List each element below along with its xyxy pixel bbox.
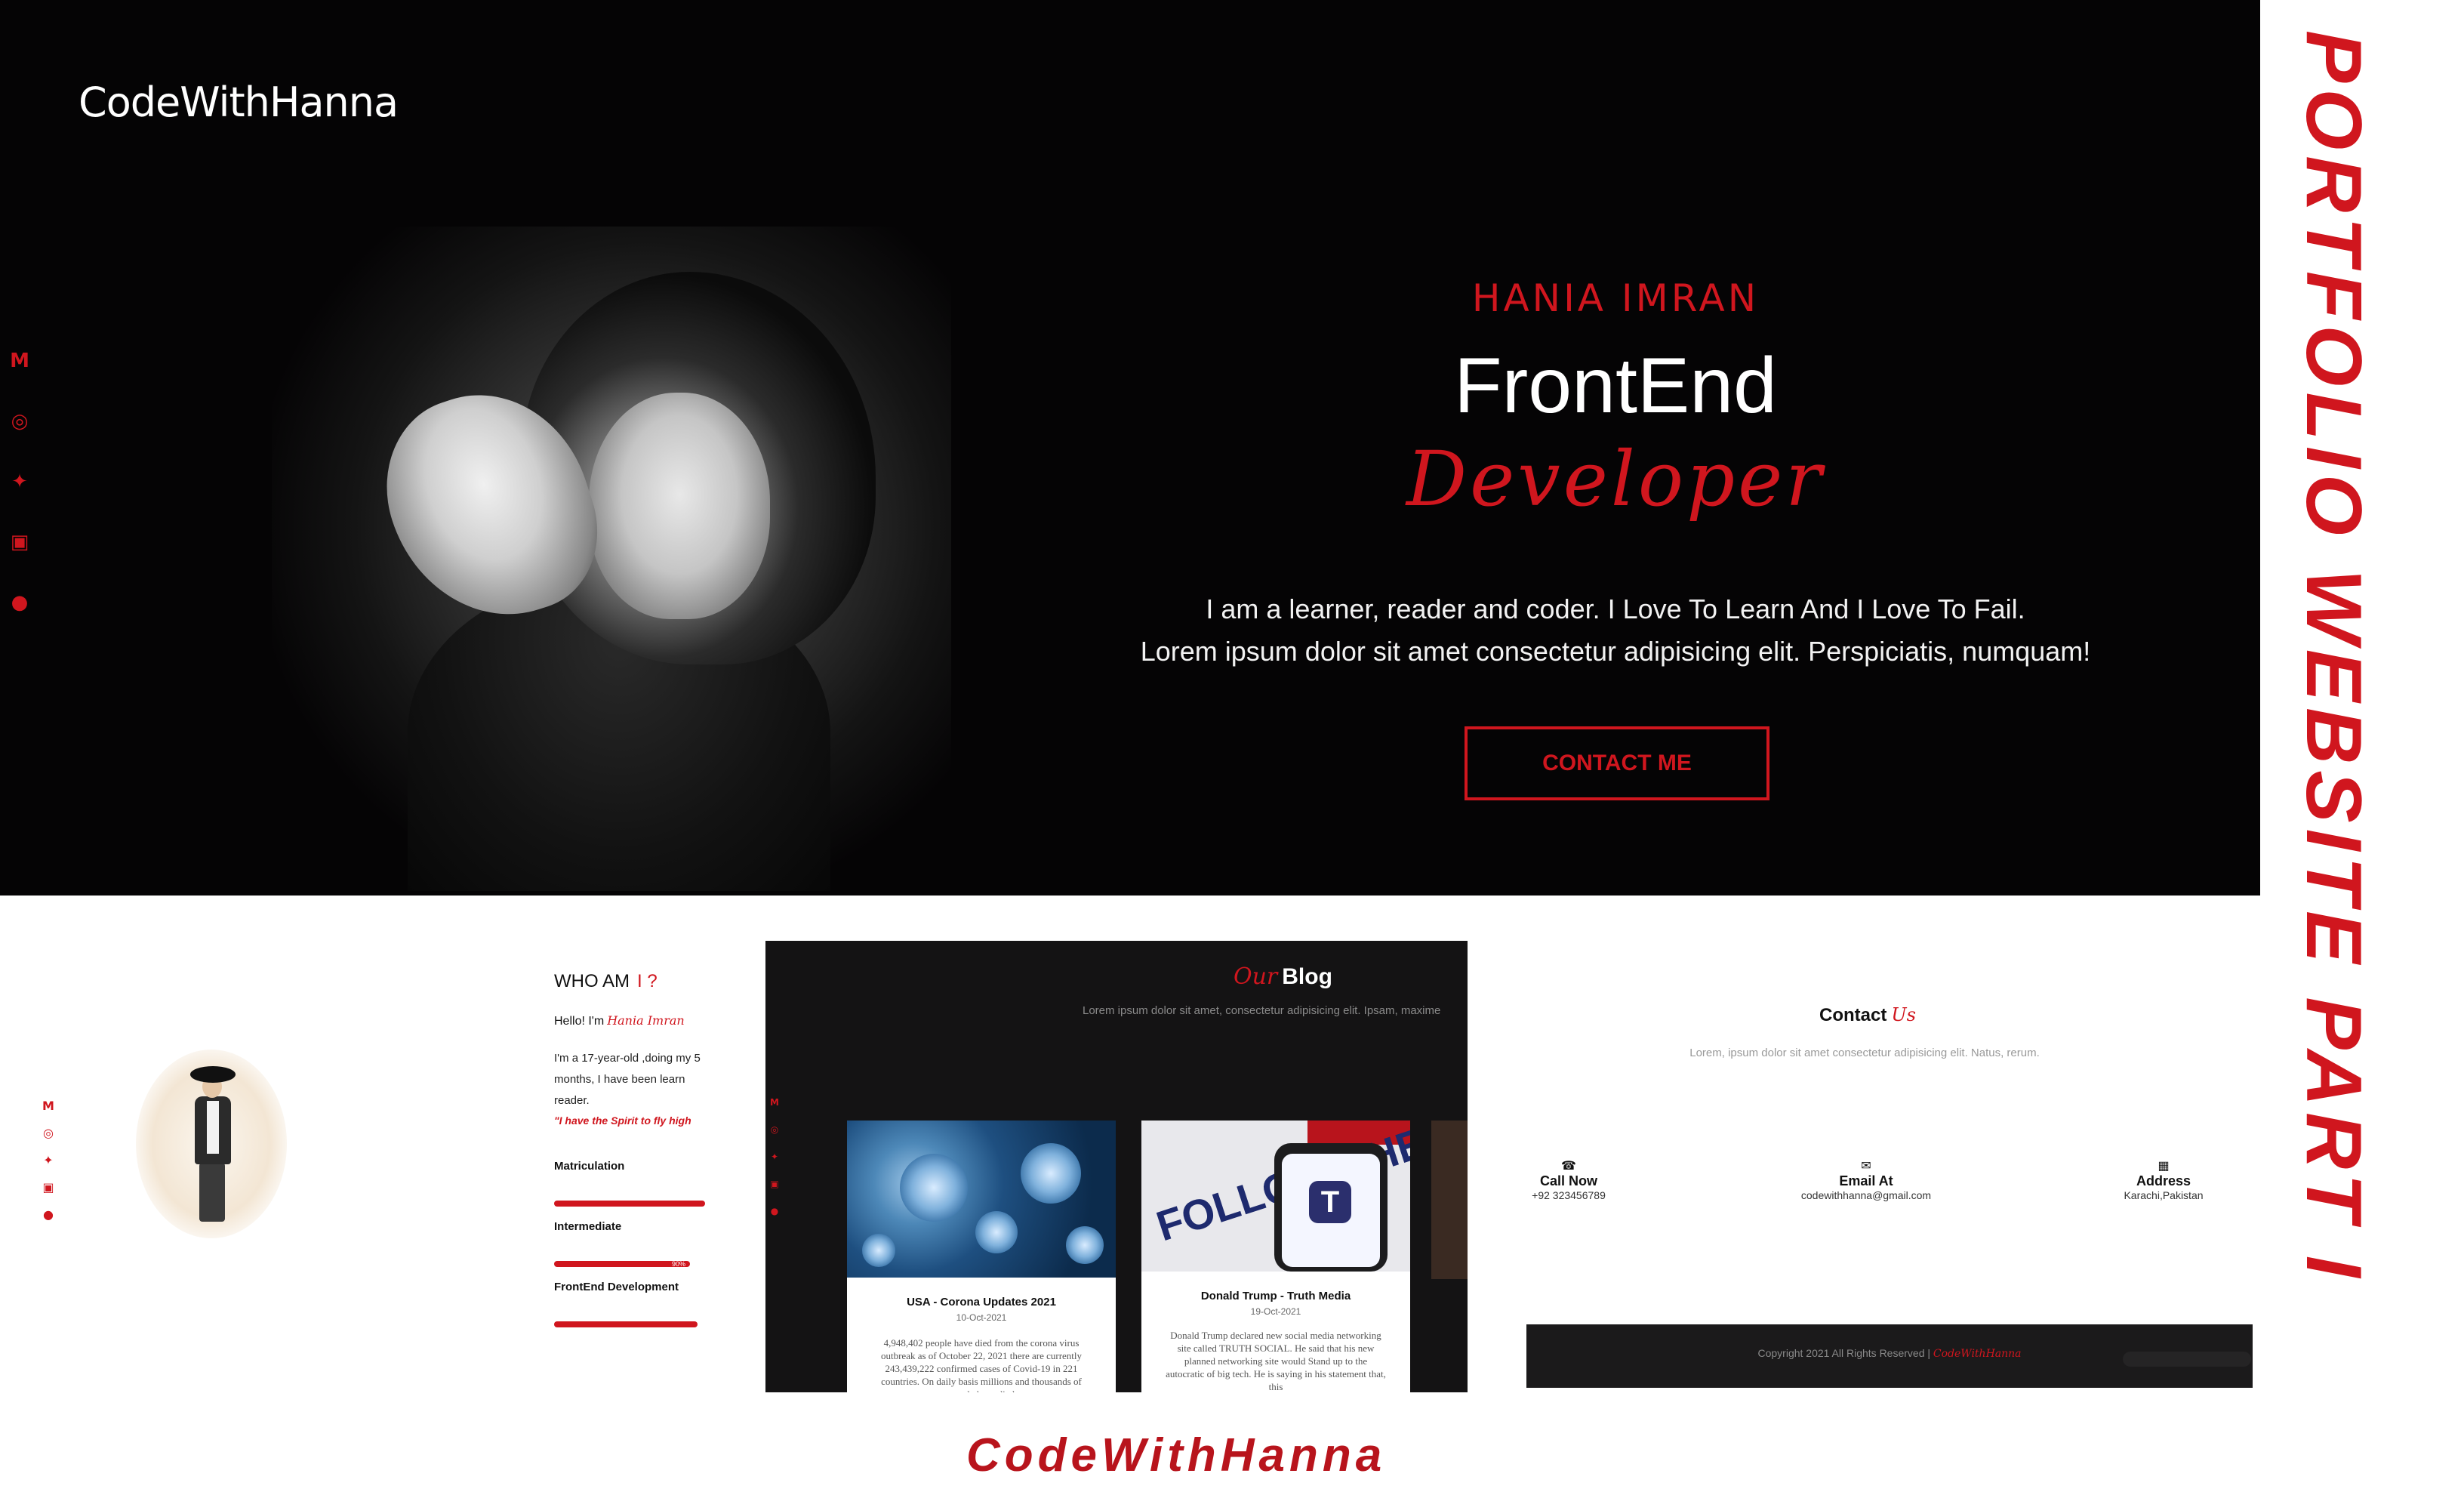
contact-heading-text: Contact <box>1819 1005 1887 1025</box>
hero-name: HANIA IMRAN <box>1471 276 1760 320</box>
site-logo[interactable]: CodeWithHanna <box>79 79 399 126</box>
virus-particle <box>1066 1226 1104 1264</box>
virus-particle <box>900 1154 968 1222</box>
blog-social-bar: M ◎ ✦ ▣ ● <box>768 1096 782 1232</box>
hero-photo-face <box>589 393 770 619</box>
about-heading-mark: I ? <box>637 971 658 991</box>
instagram-icon[interactable]: ◎ <box>41 1125 56 1140</box>
footer: Copyright 2021 All Rights Reserved | Cod… <box>1526 1324 2253 1388</box>
twitter-icon[interactable]: ✦ <box>768 1151 781 1163</box>
linkedin-icon[interactable]: ▣ <box>41 1179 56 1195</box>
about-text: I'm a 17-year-old ,doing my 5 months, I … <box>554 1052 701 1107</box>
instagram-icon[interactable]: ◎ <box>768 1124 781 1136</box>
about-heading: WHO AM I ? <box>554 971 658 992</box>
side-title: PORTFOLIO WEBSITE PART I <box>2290 30 2377 1284</box>
skill-bar: 90% <box>554 1260 690 1268</box>
skill-label: FrontEnd Development <box>554 1281 679 1293</box>
blog-title-prefix: Our <box>1234 963 1278 990</box>
linkedin-icon[interactable]: ▣ <box>6 529 33 556</box>
hero-tagline: I am a learner, reader and coder. I Love… <box>1206 593 2025 624</box>
footer-pill <box>2123 1352 2251 1367</box>
linkedin-icon[interactable]: ▣ <box>768 1178 781 1190</box>
blog-card-date: 19-Oct-2021 <box>1250 1306 1301 1317</box>
blog-card-title[interactable]: Donald Trump - Truth Media <box>1141 1290 1410 1302</box>
about-hello: Hello! I'm Hania Imran <box>554 1013 685 1028</box>
blog-card-image-truth: FOLLOW THE TRUTH T <box>1141 1121 1410 1272</box>
skill-percent: 90% <box>671 1260 685 1268</box>
contact-call-label: Call Now <box>1539 1173 1597 1188</box>
map-icon: ▦ <box>2158 1160 2170 1173</box>
blog-card-partial[interactable] <box>1431 1121 1468 1279</box>
skill-label: Matriculation <box>554 1160 625 1173</box>
envelope-icon: ✉ <box>1861 1160 1871 1173</box>
virus-particle <box>862 1234 895 1267</box>
contact-address[interactable]: ▦ Address Karachi,Pakistan <box>2073 1158 2254 1201</box>
contact-email-value[interactable]: codewithhanna@gmail.com <box>1776 1189 1957 1201</box>
contact-description: Lorem, ipsum dolor sit amet consectetur … <box>1689 1047 2040 1059</box>
virus-particle <box>975 1211 1018 1253</box>
hero-title: FrontEnd <box>1454 342 1777 430</box>
blog-card-body: 4,948,402 people have died from the coro… <box>880 1337 1083 1392</box>
hero-description: Lorem ipsum dolor sit amet consectetur a… <box>1140 636 2091 667</box>
contact-call-value[interactable]: +92 323456789 <box>1478 1189 1659 1201</box>
skill-bar <box>554 1321 698 1327</box>
github-icon[interactable]: ● <box>6 589 33 616</box>
hero-subtitle: Developer <box>1406 435 1825 523</box>
blog-section: Our Blog Lorem ipsum dolor sit amet, cons… <box>765 941 1468 1392</box>
bottom-brand: CodeWithHanna <box>966 1429 1387 1481</box>
virus-particle <box>1021 1143 1081 1204</box>
blog-card-body: Donald Trump declared new social media n… <box>1166 1330 1386 1392</box>
github-icon[interactable]: ● <box>768 1205 781 1217</box>
blog-card[interactable]: USA - Corona Updates 2021 10-Oct-2021 4,… <box>847 1121 1116 1392</box>
blog-title-text: Blog <box>1282 964 1332 989</box>
about-heading-text: WHO AM <box>554 971 630 991</box>
contact-call[interactable]: ☎ Call Now +92 323456789 <box>1478 1158 1659 1201</box>
contact-address-value: Karachi,Pakistan <box>2124 1189 2204 1201</box>
footer-copyright: Copyright 2021 All Rights Reserved | <box>1757 1347 1931 1359</box>
medium-icon[interactable]: M <box>6 347 33 375</box>
contact-heading: Contact Us <box>1819 1004 1916 1026</box>
contact-address-label: Address <box>2136 1173 2191 1188</box>
blog-card[interactable]: FOLLOW THE TRUTH T Donald Trump - Truth … <box>1141 1121 1410 1392</box>
skill-bar <box>554 1201 705 1207</box>
contact-me-button[interactable]: CONTACT ME <box>1465 726 1769 800</box>
phone-icon: ☎ <box>1561 1160 1576 1173</box>
blog-title: Our Blog <box>1234 963 1332 990</box>
github-icon[interactable]: ● <box>41 1207 56 1222</box>
skill-label: Intermediate <box>554 1220 622 1233</box>
medium-icon[interactable]: M <box>768 1096 781 1108</box>
side-title-wrapper: PORTFOLIO WEBSITE PART I <box>2290 30 2446 1389</box>
blog-description: Lorem ipsum dolor sit amet, consectetur … <box>1083 1004 1441 1017</box>
blog-card-title[interactable]: USA - Corona Updates 2021 <box>847 1296 1116 1309</box>
contact-heading-mark: Us <box>1891 1004 1916 1025</box>
twitter-icon[interactable]: ✦ <box>41 1152 56 1167</box>
instagram-icon[interactable]: ◎ <box>6 408 33 435</box>
about-social-bar: M ◎ ✦ ▣ ● <box>41 1098 56 1234</box>
contact-email-label: Email At <box>1839 1173 1893 1188</box>
truth-social-logo: T <box>1309 1181 1351 1223</box>
avatar-figure-legs <box>199 1163 225 1222</box>
avatar-figure-hat <box>190 1066 236 1083</box>
hello-prefix: Hello! I'm <box>554 1015 605 1028</box>
footer-brand[interactable]: CodeWithHanna <box>1933 1348 2022 1360</box>
about-quote: "I have the Spirit to fly high <box>554 1114 691 1127</box>
blog-card-date: 10-Oct-2021 <box>956 1312 1007 1323</box>
contact-email[interactable]: ✉ Email At codewithhanna@gmail.com <box>1776 1158 1957 1201</box>
hello-name: Hania Imran <box>607 1013 685 1028</box>
hero-section: CodeWithHanna M ◎ ✦ ▣ ● HANIA IMRAN Fron… <box>0 0 2260 896</box>
blog-card-image-virus <box>847 1121 1116 1278</box>
medium-icon[interactable]: M <box>41 1098 56 1113</box>
hero-social-bar: M ◎ ✦ ▣ ● <box>6 347 39 649</box>
twitter-icon[interactable]: ✦ <box>6 468 33 495</box>
avatar-figure-shirt <box>207 1101 219 1154</box>
